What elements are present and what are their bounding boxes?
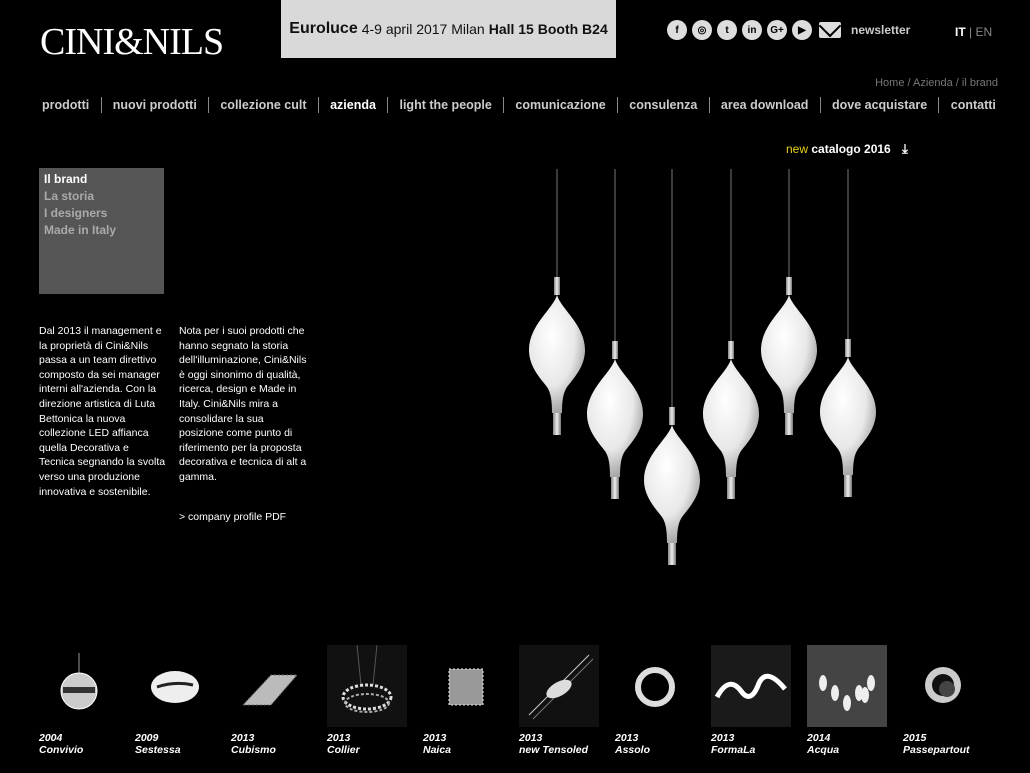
product-name: FormaLa [711, 744, 756, 756]
product-strip: 2004 Convivio 2009 Sestessa 2013 Cubismo… [0, 644, 1030, 773]
product-acqua[interactable]: 2014 Acqua [807, 645, 887, 756]
azienda-subnav: Il brand La storia I designers Made in I… [39, 168, 164, 294]
nav-divider [708, 97, 710, 113]
lang-en[interactable]: EN [975, 25, 992, 39]
product-name: Cubismo [231, 744, 276, 756]
product-year: 2013 [711, 732, 735, 744]
product-name: new Tensoled [519, 744, 589, 756]
product-year: 2013 [615, 732, 639, 744]
nav-divider [317, 97, 319, 113]
product-new-tensoled[interactable]: 2013 new Tensoled [519, 645, 599, 756]
mail-icon[interactable] [819, 22, 841, 38]
nav-dove-acquistare[interactable]: dove acquistare [828, 98, 931, 112]
product-assolo[interactable]: 2013 Assolo [615, 645, 695, 756]
linkedin-icon[interactable]: in [742, 20, 762, 40]
product-year: 2013 [519, 732, 543, 744]
subnav-il-brand[interactable]: Il brand [44, 171, 159, 188]
logo[interactable]: CINI&NILS [40, 22, 224, 62]
brand-text-column-1: Dal 2013 il management e la proprietà di… [39, 325, 166, 498]
product-thumbnail [903, 645, 983, 727]
newsletter-link[interactable]: newsletter [851, 23, 910, 37]
product-name: Convivio [39, 744, 84, 756]
subnav-made-in-italy[interactable]: Made in Italy [44, 222, 159, 239]
product-year: 2009 [135, 732, 159, 744]
nav-divider [938, 97, 940, 113]
nav-prodotti[interactable]: prodotti [38, 98, 93, 112]
banner-hall: Hall 15 Booth B24 [488, 21, 608, 37]
product-thumbnail [39, 645, 119, 727]
nav-light-the-people[interactable]: light the people [395, 98, 495, 112]
nav-divider [387, 97, 389, 113]
banner-dates: 4-9 april 2017 Milan [361, 21, 485, 37]
subnav-i-designers[interactable]: I designers [44, 205, 159, 222]
product-formala[interactable]: 2013 FormaLa [711, 645, 791, 756]
language-switcher: IT | EN [955, 25, 992, 39]
nav-divider [100, 97, 102, 113]
instagram-icon[interactable]: ◎ [692, 20, 712, 40]
product-name: Assolo [615, 744, 651, 756]
company-profile-pdf-link[interactable]: > company profile PDF [179, 511, 286, 523]
catalog-label: catalogo 2016 [811, 142, 891, 156]
nav-divider [616, 97, 618, 113]
facebook-icon[interactable]: f [667, 20, 687, 40]
product-naica[interactable]: 2013 Naica [423, 645, 503, 756]
product-cubismo[interactable]: 2013 Cubismo [231, 645, 311, 756]
nav-area-download[interactable]: area download [717, 98, 813, 112]
product-name: Passepartout [903, 744, 970, 756]
product-year: 2013 [231, 732, 255, 744]
googleplus-icon[interactable]: G+ [767, 20, 787, 40]
nav-contatti[interactable]: contatti [947, 98, 1000, 112]
breadcrumb[interactable]: Home / Azienda / il brand [875, 77, 998, 89]
main-nav: prodotti nuovi prodotti collezione cult … [38, 97, 1000, 113]
product-thumbnail [711, 645, 791, 727]
nav-comunicazione[interactable]: comunicazione [511, 98, 609, 112]
catalog-new-label: new [786, 142, 809, 156]
pendant-lamps-illustration [529, 169, 876, 565]
product-name: Collier [327, 744, 360, 756]
product-year: 2014 [807, 732, 831, 744]
nav-nuovi-prodotti[interactable]: nuovi prodotti [109, 98, 201, 112]
product-collier[interactable]: 2013 Collier [327, 644, 407, 756]
product-year: 2013 [327, 732, 351, 744]
nav-divider [819, 97, 821, 113]
product-name: Naica [423, 744, 452, 756]
product-name: Acqua [807, 744, 840, 756]
nav-divider [208, 97, 210, 113]
product-name: Sestessa [135, 744, 181, 756]
product-thumbnail [231, 645, 311, 727]
hero-lamp-image [467, 169, 936, 577]
banner-title: Euroluce [289, 20, 358, 37]
product-year: 2004 [39, 732, 63, 744]
download-icon: ⤓ [902, 141, 908, 156]
product-thumbnail [423, 645, 503, 727]
nav-consulenza[interactable]: consulenza [625, 98, 701, 112]
product-passepartout[interactable]: 2015 Passepartout [903, 645, 983, 756]
product-thumbnail [135, 645, 215, 727]
product-thumbnail [519, 645, 599, 727]
nav-azienda[interactable]: azienda [326, 98, 380, 112]
subnav-la-storia[interactable]: La storia [44, 188, 159, 205]
product-thumbnail [327, 644, 407, 727]
product-sestessa[interactable]: 2009 Sestessa [135, 645, 215, 756]
nav-divider [503, 97, 505, 113]
product-thumbnail [615, 645, 695, 727]
product-year: 2013 [423, 732, 447, 744]
lang-it[interactable]: IT [955, 25, 966, 39]
product-year: 2015 [903, 732, 927, 744]
product-thumbnail [807, 645, 887, 727]
twitter-icon[interactable]: t [717, 20, 737, 40]
brand-text-column-2: Nota per i suoi prodotti che hanno segna… [179, 325, 307, 483]
youtube-icon[interactable]: ▶ [792, 20, 812, 40]
social-links: f ◎ t in G+ ▶ [667, 20, 841, 40]
product-convivio[interactable]: 2004 Convivio [39, 645, 119, 756]
euroluce-banner[interactable]: Euroluce 4-9 april 2017 Milan Hall 15 Bo… [281, 0, 616, 58]
catalog-download-link[interactable]: new catalogo 2016 ⤓ [786, 141, 908, 157]
nav-collezione-cult[interactable]: collezione cult [216, 98, 310, 112]
lang-separator: | [969, 25, 973, 39]
